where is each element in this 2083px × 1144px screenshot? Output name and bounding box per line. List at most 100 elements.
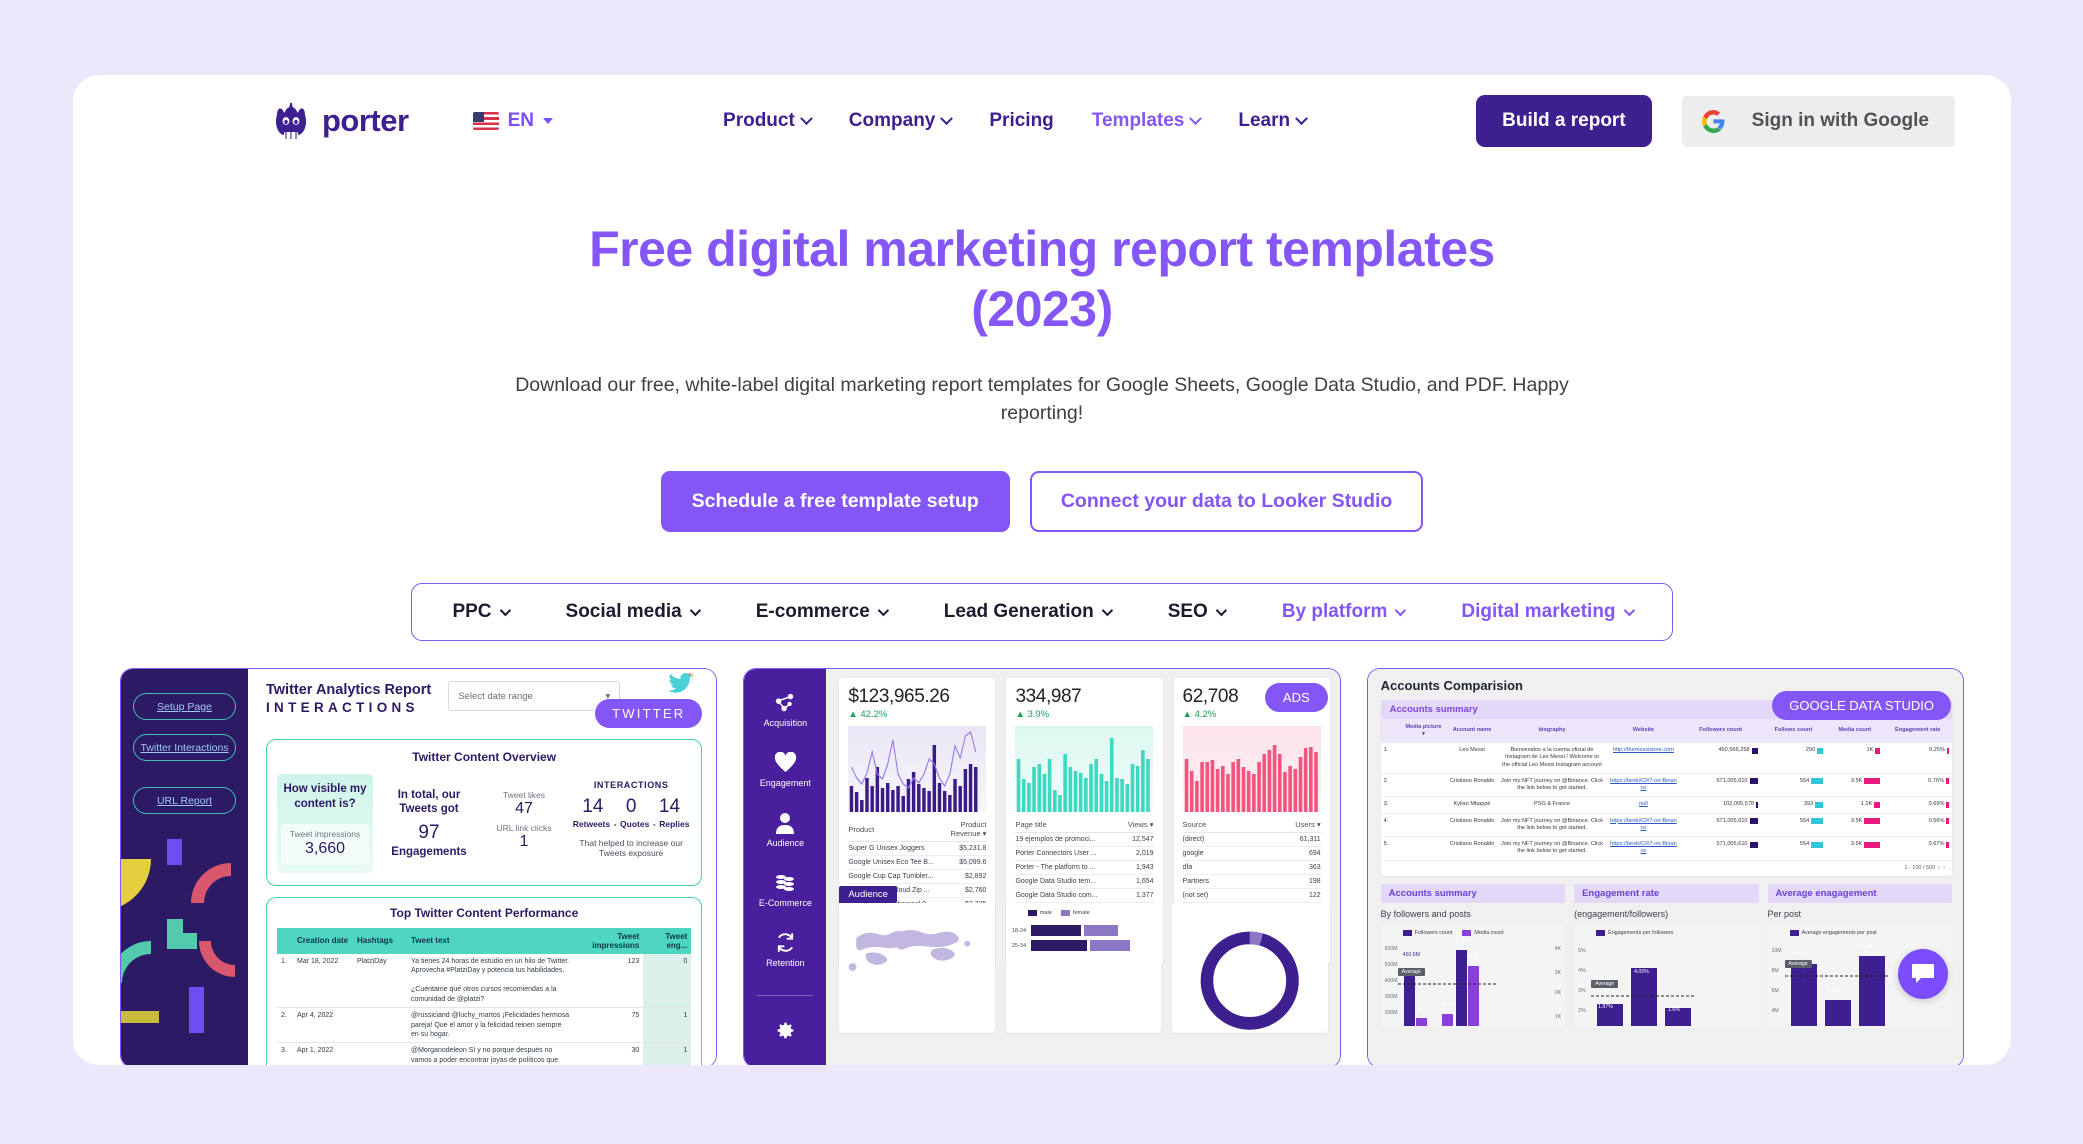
build-report-button[interactable]: Build a report	[1476, 95, 1652, 147]
filter-e-commerce[interactable]: E-commerce	[727, 601, 915, 623]
sidebar-link-setup-page[interactable]: Setup Page	[133, 693, 236, 720]
nav-item-learn[interactable]: Learn	[1238, 110, 1308, 132]
cell-website[interactable]: https://bexlii/CR7-on-Binance	[1606, 813, 1681, 838]
sidebar-item-engagement[interactable]: Engagement	[760, 751, 811, 788]
likes-value: 47	[515, 800, 533, 817]
language-selector[interactable]: EN	[472, 110, 553, 132]
decor-shape	[189, 987, 204, 1033]
cell-views: 1,377	[1120, 888, 1154, 903]
y-tick: 200M	[1384, 1009, 1398, 1016]
cell-website[interactable]: http://themessistore.com	[1606, 742, 1681, 774]
template-card-twitter[interactable]: Setup Page Twitter Interactions URL Repo…	[120, 668, 718, 1065]
page-frame: porter EN Product Company Pricing Templa…	[73, 75, 2011, 1065]
chart-title: Engagement rate	[1574, 883, 1759, 903]
retweets-value: 14	[582, 796, 604, 817]
nav-item-company[interactable]: Company	[849, 110, 954, 132]
gds-platform-badge: GOOGLE DATA STUDIO	[1772, 691, 1951, 720]
cell-media-count: 3.5K	[1826, 836, 1884, 861]
sidebar-item-e-commerce[interactable]: E-Commerce	[759, 871, 812, 908]
ads-platform-badge: ADS	[1264, 683, 1328, 712]
y2-tick: 3K	[1554, 969, 1562, 976]
template-card-ads[interactable]: Acquisition Engagement Audience E-Commer…	[743, 668, 1341, 1065]
th-biography: biography	[1497, 719, 1607, 743]
legend-media-count: Media count	[1462, 929, 1504, 936]
nav-label: Learn	[1238, 110, 1291, 131]
schedule-setup-button[interactable]: Schedule a free template setup	[660, 471, 1010, 533]
nav-item-product[interactable]: Product	[723, 110, 813, 132]
table-row: 3. Kylian Mbappé PSG & France null 102,0…	[1380, 796, 1952, 814]
filter-lead-generation[interactable]: Lead Generation	[915, 601, 1139, 623]
revenue-sparkline-chart	[848, 726, 987, 812]
template-card-google-data-studio[interactable]: GOOGLE DATA STUDIO Accounts Comparision …	[1366, 668, 1964, 1065]
sidebar-link-twitter-interactions[interactable]: Twitter Interactions	[133, 734, 236, 761]
y-tick: 6M	[1771, 987, 1779, 994]
nav-item-templates[interactable]: Templates	[1091, 110, 1203, 132]
table-header-row: Source Users ▾	[1182, 817, 1321, 833]
connect-looker-studio-button[interactable]: Connect your data to Looker Studio	[1029, 471, 1424, 533]
filter-by-platform[interactable]: By platform	[1253, 601, 1433, 623]
acquisition-network-icon	[764, 691, 808, 714]
cell-website[interactable]: https://bexlii/CR7-on-Binance	[1606, 773, 1681, 798]
filter-digital-marketing[interactable]: Digital marketing	[1432, 601, 1660, 623]
table-pagination[interactable]: 1 - 100 / 500 ‹ ›	[1381, 861, 1952, 871]
filter-ppc[interactable]: PPC	[423, 601, 536, 623]
chart-canvas: Engagements per followers 5% 4% 3% 2% 1.…	[1574, 923, 1759, 1028]
quotes-value: 0	[625, 796, 637, 817]
bar-label: 571M	[1455, 937, 1469, 944]
bar-female	[1083, 925, 1118, 936]
cell-media-count: 3.5K	[1826, 773, 1884, 798]
audience-donut-chart	[1172, 903, 1328, 1033]
impressions-value: 3,660	[304, 839, 346, 857]
logo[interactable]: porter	[269, 101, 409, 141]
replies-label: Replies	[659, 819, 690, 829]
cell-source: google	[1182, 846, 1282, 861]
chevron-down-icon	[1189, 111, 1203, 125]
sidebar-item-settings[interactable]	[775, 1019, 796, 1042]
decor-shape	[121, 1011, 159, 1023]
y-tick: 10M	[1771, 947, 1782, 954]
nav-item-pricing[interactable]: Pricing	[989, 110, 1053, 132]
date-range-picker[interactable]: Select date range ▾	[448, 681, 621, 711]
cell-engagement-rate: 0.69%	[1883, 796, 1952, 814]
sidebar-link-url-report[interactable]: URL Report	[133, 787, 236, 814]
chat-bubble-icon	[1912, 964, 1934, 983]
chart-accounts-summary: Accounts summary By followers and posts …	[1380, 883, 1566, 1028]
google-g-icon	[1701, 109, 1725, 133]
bar-male	[1030, 940, 1087, 951]
refresh-icon	[766, 931, 805, 954]
chevron-down-icon	[799, 111, 813, 125]
cell-website[interactable]: https://bexlii/CR7-on-Binance	[1606, 836, 1681, 861]
cell-account-name: Leo Messi	[1446, 742, 1498, 774]
cell-media-count: 3.5K	[1826, 813, 1884, 838]
nav-label: Templates	[1091, 110, 1185, 131]
bar-label: 450.6M	[1402, 951, 1420, 958]
google-button-label: Sign in with Google	[1751, 110, 1929, 131]
engagements-label: Engagements	[391, 845, 467, 858]
table-row: 5. Cristiano Ronaldo Join my NFT journey…	[1380, 836, 1952, 861]
cell-hashtag	[353, 1007, 407, 1044]
th-follows-count: Follows count	[1760, 719, 1827, 743]
sidebar-item-retention[interactable]: Retention	[766, 931, 805, 968]
chat-widget-button[interactable]	[1898, 949, 1948, 999]
main-nav: Product Company Pricing Templates Learn	[723, 110, 1308, 132]
chart-subtitle: By followers and posts	[1380, 908, 1471, 919]
cell-website[interactable]: null	[1606, 796, 1681, 814]
sign-in-with-google-button[interactable]: Sign in with Google	[1681, 95, 1955, 147]
filter-social-media[interactable]: Social media	[537, 601, 727, 623]
cell-account-name: Cristiano Ronaldo	[1446, 773, 1498, 798]
filter-seo[interactable]: SEO	[1139, 601, 1253, 623]
sidebar-item-acquisition[interactable]: Acquisition	[764, 691, 808, 728]
cell-users: 694	[1281, 846, 1321, 861]
chevron-down-icon	[542, 118, 553, 124]
cell-media-picture	[1400, 742, 1447, 774]
th-tweet-impressions: Tweet impressions	[573, 927, 644, 954]
engagements-metric: In total, our Tweets got 97 Engagements	[381, 774, 477, 873]
replies-value: 14	[658, 796, 681, 817]
chart-canvas: Followers count Media count 600M 500M 40…	[1380, 923, 1566, 1028]
cell-biography: PSG & France	[1497, 796, 1607, 814]
cell-source: (not set)	[1182, 888, 1282, 903]
kpi-value: 334,987	[1015, 686, 1082, 707]
chart-legend: Engagements per followers	[1580, 929, 1752, 936]
sidebar-item-audience[interactable]: Audience	[767, 811, 804, 848]
retweets-label: Retweets	[572, 819, 611, 829]
